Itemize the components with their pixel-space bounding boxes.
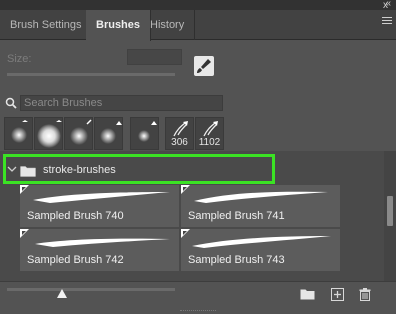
trash-icon[interactable] — [359, 288, 371, 301]
brush-stroke-preview — [35, 238, 170, 247]
search-input[interactable] — [20, 95, 223, 111]
tab-brush-settings[interactable]: Brush Settings — [0, 10, 93, 40]
brush-list: stroke-brushes Sampled Brush 740 Sampled… — [0, 151, 396, 281]
brush-name: Sampled Brush 743 — [188, 254, 285, 266]
vertical-scrollbar[interactable] — [384, 151, 396, 281]
soft-brush-icon — [11, 120, 28, 143]
size-slider[interactable] — [7, 73, 175, 76]
brush-name: Sampled Brush 740 — [27, 210, 124, 222]
brush-tile[interactable]: Sampled Brush 743 — [181, 229, 340, 271]
panel-footer — [0, 281, 396, 314]
panel-top-strip: « — [0, 0, 396, 10]
soft-brush-icon — [100, 121, 122, 144]
brush-stroke-preview — [194, 191, 328, 203]
panel-tab-bar: Brush Settings Brushes History x — [0, 0, 396, 41]
resize-grip[interactable] — [180, 310, 216, 313]
recent-brush-1[interactable] — [4, 117, 33, 150]
preview-size-slider[interactable] — [7, 288, 175, 291]
soft-brush-icon — [70, 119, 92, 145]
brush-tile[interactable]: Sampled Brush 740 — [20, 185, 179, 227]
new-group-folder-icon[interactable] — [300, 288, 315, 300]
panel-menu-icon[interactable] — [382, 17, 392, 26]
size-input[interactable] — [127, 49, 182, 65]
soft-brush-icon — [37, 120, 62, 148]
brush-settings-button[interactable] — [194, 56, 214, 76]
recent-brush-5[interactable] — [130, 117, 159, 150]
search-icon — [5, 97, 17, 109]
tab-history[interactable]: History — [140, 10, 196, 40]
recent-brush-4[interactable] — [94, 117, 123, 150]
recent-brush-3[interactable] — [64, 117, 93, 150]
recent-brush-2[interactable] — [34, 117, 63, 150]
brush-tile[interactable]: Sampled Brush 742 — [20, 229, 179, 271]
slider-thumb-icon[interactable] — [56, 289, 68, 299]
recent-brush-6[interactable]: 306 — [165, 117, 194, 150]
brush-stroke-preview — [192, 236, 331, 248]
brush-name: Sampled Brush 741 — [188, 210, 285, 222]
scrollbar-thumb[interactable] — [387, 196, 393, 226]
size-label: Size: — [7, 53, 32, 65]
recent-brushes-row: 306 1102 — [0, 115, 396, 150]
soft-brush-icon — [138, 121, 157, 142]
new-brush-icon[interactable] — [331, 288, 344, 301]
brush-name: Sampled Brush 742 — [27, 254, 124, 266]
close-panel-icon[interactable]: x — [383, 0, 388, 11]
brush-stroke-preview — [33, 192, 170, 203]
brush-tile[interactable]: Sampled Brush 741 — [181, 185, 340, 227]
brush-size-count: 306 — [171, 137, 188, 148]
brush-size-count: 1102 — [198, 137, 221, 148]
group-highlight-box — [3, 154, 275, 184]
brush-icon — [197, 59, 211, 73]
recent-brush-7[interactable]: 1102 — [195, 117, 224, 150]
